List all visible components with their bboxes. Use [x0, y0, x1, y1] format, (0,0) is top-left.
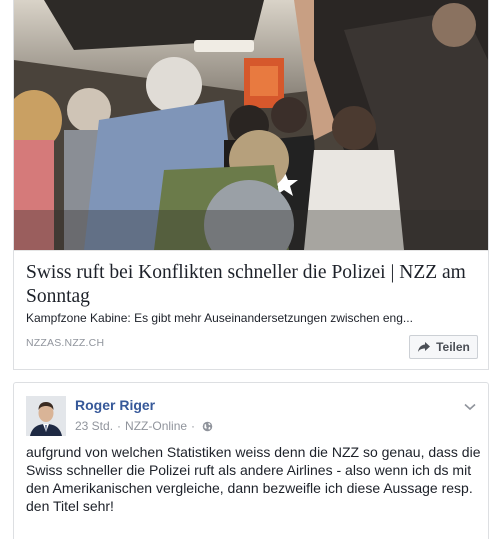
article-description: Kampfzone Kabine: Es gibt mehr Auseinand… — [26, 311, 413, 325]
comment-card: Roger Riger 23 Std. · NZZ-Online · aufgr… — [13, 382, 489, 539]
airplane-cabin-photo — [14, 0, 488, 250]
share-button[interactable]: Teilen — [409, 335, 478, 359]
globe-icon — [202, 421, 213, 431]
comment-text: aufgrund von welchen Statistiken weiss d… — [26, 444, 481, 514]
article-title[interactable]: Swiss ruft bei Konflikten schneller die … — [26, 261, 478, 309]
share-button-label: Teilen — [436, 340, 470, 354]
share-arrow-icon — [418, 342, 431, 352]
comment-timestamp[interactable]: 23 Std. — [75, 419, 113, 433]
meta-separator-2: · — [191, 419, 196, 433]
meta-separator: · — [117, 419, 122, 433]
link-preview-card[interactable]: Swiss ruft bei Konflikten schneller die … — [13, 0, 489, 370]
comment-meta: 23 Std. · NZZ-Online · — [75, 419, 213, 433]
comment-author[interactable]: Roger Riger — [75, 397, 155, 413]
comment-menu-button[interactable] — [464, 398, 476, 416]
avatar[interactable] — [26, 396, 66, 436]
article-image[interactable] — [14, 0, 488, 250]
comment-source[interactable]: NZZ-Online — [125, 419, 187, 433]
link-preview-body[interactable]: Swiss ruft bei Konflikten schneller die … — [14, 250, 488, 368]
chevron-down-icon — [464, 403, 476, 411]
profile-photo-icon — [26, 396, 66, 436]
article-domain: NZZAS.NZZ.CH — [26, 337, 105, 349]
